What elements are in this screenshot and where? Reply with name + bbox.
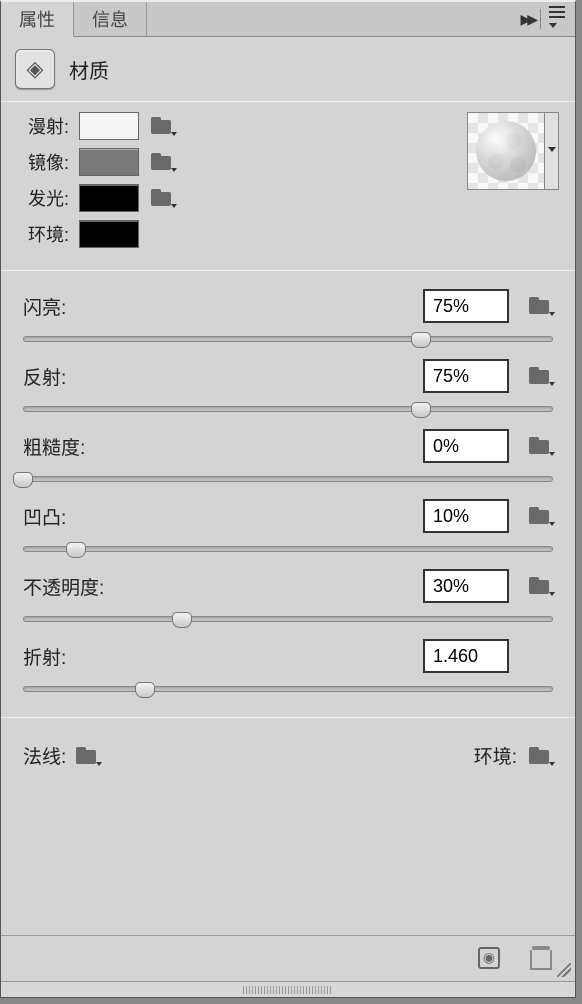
section-header: ◈ 材质: [1, 37, 575, 101]
tab-info[interactable]: 信息: [74, 2, 147, 36]
reflect-input[interactable]: [423, 359, 509, 393]
drag-handle-icon: [243, 986, 333, 994]
shine-slider: 闪亮:: [23, 289, 553, 351]
folder-icon[interactable]: [74, 745, 100, 767]
reflect-slider: 反射:: [23, 359, 553, 421]
folder-icon[interactable]: [149, 115, 175, 137]
resize-grip-icon[interactable]: [557, 963, 571, 977]
folder-icon[interactable]: [527, 295, 553, 317]
sliders-section: 闪亮: 反射: 粗糙度:: [1, 271, 575, 717]
roughness-track[interactable]: [23, 469, 553, 491]
bump-slider: 凹凸:: [23, 499, 553, 561]
opacity-input[interactable]: [423, 569, 509, 603]
material-preview[interactable]: [467, 112, 561, 190]
bottom-section: 法线: 环境:: [1, 718, 575, 793]
collapse-icon[interactable]: ▶▶: [520, 11, 534, 28]
refract-slider: 折射:: [23, 639, 553, 701]
render-icon[interactable]: ◉: [475, 944, 503, 972]
color-section: 漫射: 镜像: 发光: 环境:: [1, 102, 575, 270]
shine-input[interactable]: [423, 289, 509, 323]
diffuse-swatch[interactable]: [79, 112, 139, 140]
panel-menu-icon[interactable]: [547, 4, 567, 34]
preview-dropdown[interactable]: [545, 112, 559, 190]
roughness-input[interactable]: [423, 429, 509, 463]
folder-icon[interactable]: [527, 745, 553, 767]
bump-track[interactable]: [23, 539, 553, 561]
folder-icon[interactable]: [149, 187, 175, 209]
shine-track[interactable]: [23, 329, 553, 351]
ambient-swatch[interactable]: [79, 220, 139, 248]
env-label: 环境:: [474, 742, 517, 769]
folder-icon[interactable]: [149, 151, 175, 173]
bump-input[interactable]: [423, 499, 509, 533]
reflect-track[interactable]: [23, 399, 553, 421]
specular-label: 镜像:: [15, 149, 69, 175]
normal-label: 法线:: [23, 742, 66, 769]
folder-icon[interactable]: [527, 435, 553, 457]
refract-label: 折射:: [23, 643, 423, 670]
ambient-label: 环境:: [15, 221, 69, 247]
refract-track[interactable]: [23, 679, 553, 701]
emissive-label: 发光:: [15, 185, 69, 211]
opacity-track[interactable]: [23, 609, 553, 631]
folder-icon[interactable]: [527, 505, 553, 527]
roughness-slider: 粗糙度:: [23, 429, 553, 491]
emissive-swatch[interactable]: [79, 184, 139, 212]
opacity-slider: 不透明度:: [23, 569, 553, 631]
panel-tabs: 属性 信息 ▶▶: [1, 2, 575, 37]
refract-input[interactable]: [423, 639, 509, 673]
bottom-stripe[interactable]: [1, 981, 575, 997]
diffuse-label: 漫射:: [15, 113, 69, 139]
specular-swatch[interactable]: [79, 148, 139, 176]
panel-footer: ◉: [1, 935, 575, 979]
roughness-label: 粗糙度:: [23, 433, 423, 460]
trash-icon[interactable]: [527, 944, 555, 972]
ambient-row: 环境:: [15, 220, 561, 248]
preview-sphere: [467, 112, 545, 190]
material-icon[interactable]: ◈: [15, 49, 55, 89]
bump-label: 凹凸:: [23, 503, 423, 530]
opacity-label: 不透明度:: [23, 573, 423, 600]
folder-icon[interactable]: [527, 365, 553, 387]
shine-label: 闪亮:: [23, 293, 423, 320]
section-title: 材质: [69, 55, 109, 84]
folder-icon[interactable]: [527, 575, 553, 597]
tab-properties[interactable]: 属性: [1, 2, 74, 37]
reflect-label: 反射:: [23, 363, 423, 390]
properties-panel: 属性 信息 ▶▶ ◈ 材质 漫射: 镜像: 发光:: [0, 0, 576, 998]
